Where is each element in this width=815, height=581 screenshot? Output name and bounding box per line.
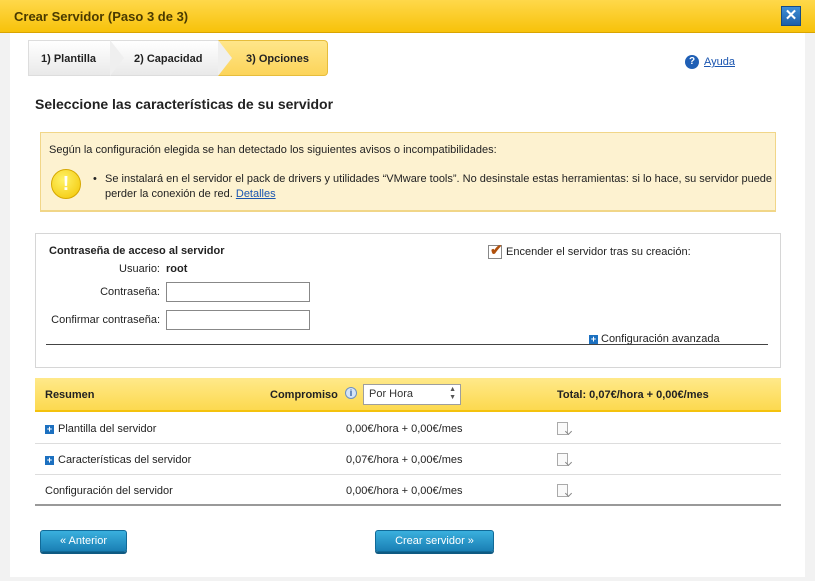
- expand-plus-icon[interactable]: +: [45, 455, 54, 465]
- row-label-group: Configuración del servidor: [45, 485, 173, 497]
- create-server-button[interactable]: Crear servidor »: [375, 530, 494, 552]
- row-label-group[interactable]: + Características del servidor: [45, 454, 191, 466]
- commitment-select[interactable]: Por Hora ▲ ▼: [363, 384, 461, 405]
- step-capacidad[interactable]: 2) Capacidad: [110, 40, 232, 76]
- summary-table: + Plantilla del servidor 0,00€/hora + 0,…: [35, 413, 781, 506]
- warning-box: Según la configuración elegida se han de…: [40, 132, 776, 212]
- row-price: 0,00€/hora + 0,00€/mes: [346, 485, 463, 497]
- summary-row: Configuración del servidor 0,00€/hora + …: [35, 475, 781, 506]
- edit-document-icon[interactable]: [557, 422, 568, 435]
- previous-button[interactable]: « Anterior: [40, 530, 127, 552]
- user-value: root: [166, 263, 188, 275]
- edit-document-icon[interactable]: [557, 484, 568, 497]
- total-price: Total: 0,07€/hora + 0,00€/mes: [557, 389, 709, 401]
- commitment-value: Por Hora: [369, 388, 414, 400]
- summary-row: + Plantilla del servidor 0,00€/hora + 0,…: [35, 413, 781, 444]
- step-plantilla[interactable]: 1) Plantilla: [28, 40, 124, 76]
- expand-plus-icon[interactable]: +: [45, 424, 54, 434]
- step-arrow-icon: [110, 40, 124, 76]
- close-button[interactable]: ✕: [781, 6, 801, 26]
- power-on-label: Encender el servidor tras su creación:: [506, 246, 691, 258]
- row-label: Características del servidor: [58, 454, 192, 466]
- row-label-group[interactable]: + Plantilla del servidor: [45, 423, 156, 435]
- page-title: Seleccione las características de su ser…: [35, 96, 334, 112]
- row-price: 0,00€/hora + 0,00€/mes: [346, 423, 463, 435]
- bullet-icon: •: [93, 173, 97, 185]
- row-label: Configuración del servidor: [45, 485, 173, 497]
- warning-intro: Según la configuración elegida se han de…: [49, 144, 497, 156]
- summary-row: + Características del servidor 0,07€/hor…: [35, 444, 781, 475]
- user-label: Usuario:: [119, 263, 160, 275]
- expand-plus-icon: +: [589, 333, 598, 344]
- help-icon: ?: [685, 55, 699, 69]
- power-on-option[interactable]: ✔ Encender el servidor tras su creación:: [488, 242, 691, 259]
- password-label: Contraseña:: [100, 286, 160, 298]
- warning-message: • Se instalará en el servidor el pack de…: [93, 172, 773, 202]
- warning-icon: !: [51, 169, 81, 199]
- row-label: Plantilla del servidor: [58, 423, 157, 435]
- window-titlebar: Crear Servidor (Paso 3 de 3) ✕: [0, 0, 815, 33]
- help-link[interactable]: Ayuda: [704, 56, 735, 68]
- credentials-section: Contraseña de acceso al servidor Usuario…: [35, 233, 781, 368]
- help-link-group[interactable]: ? Ayuda: [685, 55, 735, 69]
- credentials-title: Contraseña de acceso al servidor: [49, 245, 225, 257]
- power-on-checkbox[interactable]: ✔: [488, 242, 503, 259]
- confirm-password-input[interactable]: [166, 310, 310, 330]
- step-label: 2) Capacidad: [134, 53, 203, 65]
- step-arrow-icon: [218, 40, 232, 76]
- password-input[interactable]: [166, 282, 310, 302]
- row-price: 0,07€/hora + 0,00€/mes: [346, 454, 463, 466]
- summary-header: Resumen Compromiso i Por Hora ▲ ▼ Total: …: [35, 378, 781, 412]
- summary-header-label: Resumen: [45, 389, 95, 401]
- spinner-arrows-icon: ▲ ▼: [449, 386, 456, 401]
- close-icon: ✕: [784, 7, 798, 24]
- window-title: Crear Servidor (Paso 3 de 3): [14, 9, 189, 24]
- step-label: 1) Plantilla: [41, 53, 97, 65]
- checkmark-icon: ✔: [490, 242, 503, 259]
- info-icon[interactable]: i: [345, 387, 357, 399]
- commitment-header-label: Compromiso: [270, 389, 338, 401]
- divider: [46, 344, 768, 345]
- confirm-password-label: Confirmar contraseña:: [51, 314, 160, 326]
- wizard-steps: 1) Plantilla 2) Capacidad 3) Opciones: [28, 40, 328, 76]
- step-label: 3) Opciones: [246, 53, 309, 65]
- edit-document-icon[interactable]: [557, 453, 568, 466]
- step-opciones-active[interactable]: 3) Opciones: [218, 40, 328, 76]
- details-link[interactable]: Detalles: [236, 188, 276, 200]
- warning-text: Se instalará en el servidor el pack de d…: [105, 173, 773, 200]
